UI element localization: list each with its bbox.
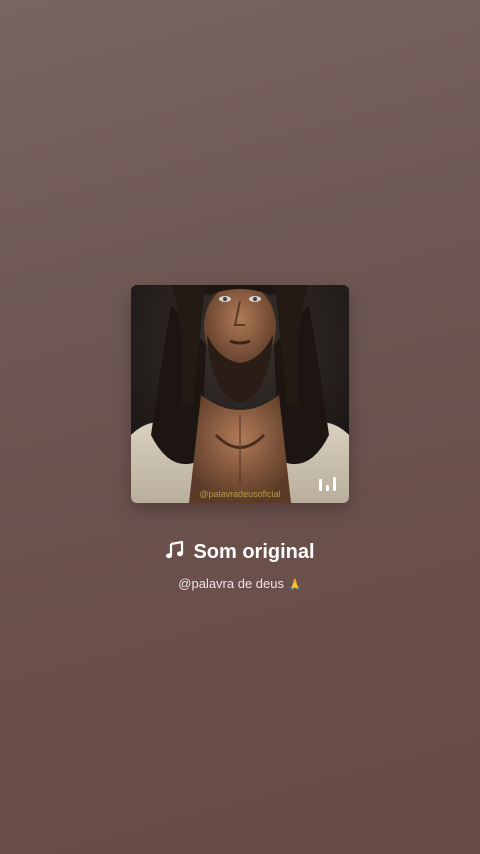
sound-page: { "sound": { "title": "Som original", "a… <box>0 0 480 854</box>
sound-playing-bars-icon <box>319 477 336 491</box>
cover-watermark: @palavradeusoficial <box>199 489 280 499</box>
sound-cover-image[interactable]: @palavradeusoficial <box>131 285 349 503</box>
praying-hands-icon: 🙏 <box>288 579 302 591</box>
sound-artist-link[interactable]: @palavra de deus 🙏 <box>0 575 480 594</box>
sound-title-text: Som original <box>193 541 315 563</box>
music-note-icon <box>165 540 185 568</box>
sound-artist-name: @palavra de deus <box>178 576 284 591</box>
cover-portrait: @palavradeusoficial <box>131 285 349 503</box>
sound-title: Som original <box>0 538 480 568</box>
